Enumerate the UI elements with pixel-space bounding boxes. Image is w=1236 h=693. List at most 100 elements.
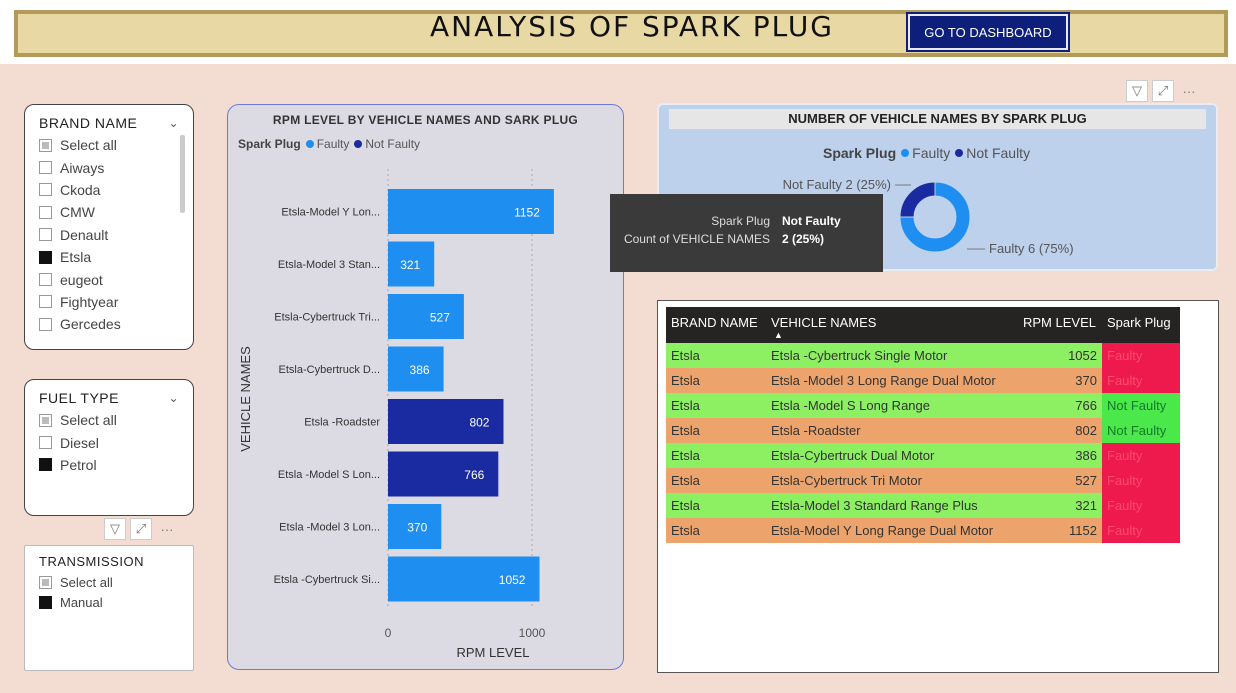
table-row[interactable]: Etsla Etsla-Cybertruck Dual Motor 386 Fault…	[666, 443, 1180, 468]
slicer-title: BRAND NAME	[39, 115, 138, 131]
table-row[interactable]: Etsla Etsla-Model Y Long Range Dual Motor…	[666, 518, 1180, 543]
checkbox[interactable]	[39, 250, 52, 264]
table-cell-vehicle: Etsla -Model 3 Long Range Dual Motor	[766, 368, 1018, 393]
table-cell-brand: Etsla	[666, 443, 766, 468]
table-cell-brand: Etsla	[666, 343, 766, 368]
more-options-icon[interactable]: ···	[156, 518, 178, 540]
filter-icon[interactable]: ▽	[1126, 80, 1148, 102]
table-row[interactable]: Etsla Etsla -Model 3 Long Range Dual Moto…	[666, 368, 1180, 393]
x-tick-label: 1000	[519, 626, 546, 640]
visual-header-icons: ▽ ⤢ ···	[104, 518, 178, 540]
slicer-option-label: Manual	[60, 594, 103, 610]
table-cell-brand: Etsla	[666, 418, 766, 443]
table-cell-plug: Not Faulty	[1102, 418, 1180, 443]
table-row[interactable]: Etsla Etsla-Cybertruck Tri Motor 527 Faulty	[666, 468, 1180, 493]
checkbox[interactable]	[39, 458, 52, 472]
checkbox[interactable]	[39, 161, 52, 175]
category-label: Etsla -Model S Lon...	[278, 469, 380, 481]
slicer-option[interactable]: Ckoda	[39, 179, 179, 201]
column-header-rpm[interactable]: RPM LEVEL	[1018, 307, 1102, 343]
table-row[interactable]: Etsla Etsla -Cybertruck Single Motor 1052 F…	[666, 343, 1180, 368]
table-cell-vehicle: Etsla-Model 3 Standard Range Plus	[766, 493, 1018, 518]
slicer-option[interactable]: Manual	[39, 592, 179, 612]
more-options-icon[interactable]: ···	[1178, 80, 1200, 102]
data-label: 1052	[499, 573, 526, 587]
bar-chart-plot: Etsla-Model Y Lon... 1152 Etsla-Model 3 St…	[238, 169, 554, 660]
slicer-option[interactable]: CMW	[39, 201, 179, 223]
checkbox[interactable]	[39, 138, 52, 152]
checkbox[interactable]	[39, 317, 52, 331]
column-header-vehicle[interactable]: VEHICLE NAMES ▲	[766, 307, 1018, 343]
checkbox[interactable]	[39, 413, 52, 427]
slicer-option[interactable]: Fightyear	[39, 291, 179, 313]
scrollbar[interactable]	[180, 135, 185, 213]
category-label: Etsla -Model 3 Lon...	[279, 522, 380, 534]
tooltip-key: Spark Plug	[711, 214, 770, 228]
table-cell-rpm: 321	[1018, 493, 1102, 518]
go-to-dashboard-button[interactable]: GO TO DASHBOARD	[908, 14, 1068, 50]
bar[interactable]	[388, 294, 464, 339]
transmission-slicer: TRANSMISSION Select all Manual	[24, 545, 194, 671]
slicer-option[interactable]: Select all	[39, 134, 179, 156]
table-cell-plug: Faulty	[1102, 493, 1180, 518]
filter-icon[interactable]: ▽	[104, 518, 126, 540]
checkbox[interactable]	[39, 295, 52, 309]
column-header-brand[interactable]: BRAND NAME	[666, 307, 766, 343]
column-header-spark-plug[interactable]: Spark Plug	[1102, 307, 1180, 343]
data-label: 802	[469, 416, 489, 430]
slicer-option[interactable]: Select all	[39, 409, 179, 431]
checkbox[interactable]	[39, 183, 52, 197]
focus-mode-icon[interactable]: ⤢	[1152, 80, 1174, 102]
page-title: ANALYSIS OF SPARK PLUG	[430, 10, 835, 43]
table-cell-rpm: 527	[1018, 468, 1102, 493]
data-label: 766	[464, 468, 484, 482]
slicer-option[interactable]: Petrol	[39, 454, 179, 476]
table-row[interactable]: Etsla Etsla -Model S Long Range 766 Not Fau…	[666, 393, 1180, 418]
slicer-option-label: Fightyear	[60, 293, 119, 310]
slicer-option[interactable]: Aiways	[39, 156, 179, 178]
slicer-option[interactable]: Select all	[39, 572, 179, 592]
category-label: Etsla -Roadster	[304, 417, 380, 429]
data-label: 386	[410, 363, 430, 377]
category-label: Etsla -Cybertruck Si...	[274, 574, 380, 586]
slicer-option-label: Petrol	[60, 456, 97, 473]
donut-slice[interactable]	[899, 181, 936, 218]
vehicle-table-card: BRAND NAME VEHICLE NAMES ▲ RPM LEVEL Spar…	[657, 300, 1219, 673]
checkbox[interactable]	[39, 205, 52, 219]
rpm-bar-chart-card: RPM LEVEL BY VEHICLE NAMES AND SARK PLUG…	[227, 104, 624, 670]
slicer-option-label: Etsla	[60, 249, 92, 266]
table-cell-brand: Etsla	[666, 518, 766, 543]
slicer-option-label: Select all	[60, 412, 117, 429]
table-cell-brand: Etsla	[666, 368, 766, 393]
slicer-option[interactable]: Gercedes	[39, 313, 179, 335]
chevron-down-icon[interactable]: ⌄	[168, 116, 179, 130]
slicer-option[interactable]: Etsla	[39, 246, 179, 268]
chart-tooltip: Spark Plug Not Faulty Count of VEHICLE NA…	[610, 194, 883, 272]
slicer-option[interactable]: eugeot	[39, 268, 179, 290]
category-label: Etsla-Model 3 Stan...	[278, 259, 380, 271]
sort-ascending-icon[interactable]: ▲	[774, 330, 783, 340]
focus-mode-icon[interactable]: ⤢	[130, 518, 152, 540]
data-label: 1152	[514, 206, 540, 220]
checkbox[interactable]	[39, 273, 52, 287]
table-cell-vehicle: Etsla -Roadster	[766, 418, 1018, 443]
slicer-option[interactable]: Denault	[39, 224, 179, 246]
checkbox[interactable]	[39, 228, 52, 242]
chevron-down-icon[interactable]: ⌄	[168, 391, 179, 405]
slicer-option[interactable]: Diesel	[39, 431, 179, 453]
checkbox[interactable]	[39, 595, 52, 609]
tooltip-value: Not Faulty	[782, 214, 841, 228]
category-label: Etsla-Cybertruck Tri...	[274, 312, 380, 324]
table-row[interactable]: Etsla Etsla-Model 3 Standard Range Plus 32…	[666, 493, 1180, 518]
checkbox[interactable]	[39, 575, 52, 589]
checkbox[interactable]	[39, 436, 52, 450]
data-label: 370	[407, 521, 427, 535]
fuel-type-slicer: FUEL TYPE ⌄ Select all Diesel Petrol	[24, 379, 194, 516]
y-axis-label: VEHICLE NAMES	[238, 346, 253, 452]
slicer-option-label: eugeot	[60, 271, 103, 288]
table-cell-vehicle: Etsla-Cybertruck Dual Motor	[766, 443, 1018, 468]
slicer-option-label: Diesel	[60, 434, 99, 451]
table-row[interactable]: Etsla Etsla -Roadster 802 Not Faulty	[666, 418, 1180, 443]
chart-title: RPM LEVEL BY VEHICLE NAMES AND SARK PLUG	[272, 113, 579, 127]
table-cell-rpm: 386	[1018, 443, 1102, 468]
